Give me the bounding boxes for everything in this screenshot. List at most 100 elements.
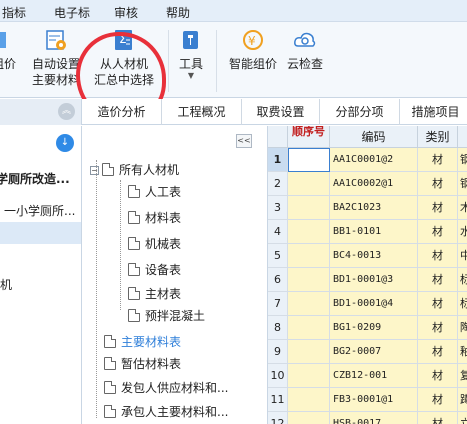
name-cell[interactable]: 钢 [458, 172, 467, 196]
seq-cell[interactable] [288, 220, 330, 244]
row-number[interactable]: 6 [268, 268, 288, 292]
tree-node-materials[interactable]: 材料表 [128, 208, 181, 228]
seq-cell[interactable] [288, 292, 330, 316]
menu-e-bid[interactable]: 电子标 [54, 4, 90, 21]
type-cell[interactable]: 材 [418, 172, 458, 196]
auto-set-main-material-button[interactable]: 自动设置 主要材料 [30, 28, 82, 88]
type-cell[interactable]: 材 [418, 340, 458, 364]
seq-cell[interactable] [288, 196, 330, 220]
tab-project-overview[interactable]: 工程概况 [162, 99, 242, 125]
row-number[interactable]: 9 [268, 340, 288, 364]
cloud-check-button[interactable]: 云检查 [284, 28, 326, 72]
type-cell[interactable]: 材 [418, 244, 458, 268]
seq-cell[interactable] [288, 364, 330, 388]
tools-button[interactable]: 工具 ▼ [174, 28, 208, 80]
name-cell[interactable]: 标 [458, 292, 467, 316]
row-number[interactable]: 4 [268, 220, 288, 244]
seq-cell[interactable] [288, 412, 330, 424]
name-cell[interactable]: 标 [458, 268, 467, 292]
select-from-labor-material-summary-button[interactable]: Σ 从人材机 汇总中选择 [88, 28, 160, 88]
tab-measures[interactable]: 措施项目 [400, 99, 467, 125]
material-category-tree: << − 所有人材机 人工表 材料表 机械表 设备表 主材表 预拌混凝土 主要材料… [82, 126, 268, 424]
collapse-up-icon[interactable]: ︽ [58, 103, 75, 120]
tab-fee-settings[interactable]: 取费设置 [242, 99, 320, 125]
code-cell[interactable]: FB3-0001@1 [330, 388, 418, 412]
name-cell[interactable]: 釉 [458, 340, 467, 364]
type-cell[interactable]: 材 [418, 316, 458, 340]
tree-node-all-materials[interactable]: − 所有人材机 [90, 160, 179, 180]
code-cell[interactable]: BD1-0001@4 [330, 292, 418, 316]
project-node[interactable] [0, 252, 81, 274]
seq-cell[interactable] [288, 340, 330, 364]
code-cell[interactable]: AA1C0002@1 [330, 172, 418, 196]
partial-pricing-button[interactable]: 组价 [0, 28, 16, 72]
grid-header-seq[interactable]: 顺序号 [288, 126, 330, 148]
seq-cell[interactable] [288, 148, 330, 172]
name-cell[interactable]: 陶 [458, 316, 467, 340]
name-cell[interactable]: 中 [458, 244, 467, 268]
name-cell[interactable]: 水 [458, 220, 467, 244]
seq-cell[interactable] [288, 388, 330, 412]
name-cell[interactable]: 立 [458, 412, 467, 424]
tab-sub-items[interactable]: 分部分项 [320, 99, 400, 125]
type-cell[interactable]: 材 [418, 292, 458, 316]
code-cell[interactable]: BG2-0007 [330, 340, 418, 364]
project-node[interactable]: 机 [0, 274, 81, 296]
code-cell[interactable]: HSB-0017 [330, 412, 418, 424]
seq-cell[interactable] [288, 268, 330, 292]
row-number[interactable]: 10 [268, 364, 288, 388]
type-cell[interactable]: 材 [418, 412, 458, 424]
tree-node-machinery[interactable]: 机械表 [128, 234, 181, 254]
type-cell[interactable]: 材 [418, 364, 458, 388]
name-cell[interactable]: 蹲 [458, 388, 467, 412]
menu-review[interactable]: 审核 [114, 4, 138, 21]
type-cell[interactable]: 材 [418, 388, 458, 412]
project-node-selected[interactable] [0, 222, 81, 244]
seq-cell[interactable] [288, 172, 330, 196]
row-number[interactable]: 1 [268, 148, 288, 172]
tree-node-employer-supplied[interactable]: 发包人供应材料和... [104, 378, 228, 398]
project-node[interactable]: 学厕所改造... [0, 168, 78, 190]
row-number[interactable]: 7 [268, 292, 288, 316]
type-cell[interactable]: 材 [418, 268, 458, 292]
type-cell[interactable]: 材 [418, 196, 458, 220]
code-cell[interactable]: BD1-0001@3 [330, 268, 418, 292]
name-cell[interactable]: 木 [458, 196, 467, 220]
row-number[interactable]: 2 [268, 172, 288, 196]
seq-cell[interactable] [288, 316, 330, 340]
tree-node-main-materials[interactable]: 主材表 [128, 284, 181, 304]
grid-header-type[interactable]: 类别 [418, 126, 458, 148]
name-cell[interactable]: 钢 [458, 148, 467, 172]
collapse-toggle-icon[interactable]: − [90, 166, 99, 175]
tree-node-provisional-materials[interactable]: 暂估材料表 [104, 354, 181, 374]
row-number[interactable]: 8 [268, 316, 288, 340]
code-cell[interactable]: AA1C0001@2 [330, 148, 418, 172]
project-node[interactable]: 一小学厕所... [0, 200, 78, 222]
download-icon[interactable]: ↓ [56, 134, 74, 152]
smart-pricing-button[interactable]: ¥ 智能组价 [226, 28, 280, 72]
row-number[interactable]: 5 [268, 244, 288, 268]
menu-help[interactable]: 帮助 [166, 4, 190, 21]
row-number[interactable]: 3 [268, 196, 288, 220]
seq-cell[interactable] [288, 244, 330, 268]
tree-node-ready-mix-concrete[interactable]: 预拌混凝土 [128, 306, 205, 326]
code-cell[interactable]: BB1-0101 [330, 220, 418, 244]
row-number[interactable]: 12 [268, 412, 288, 424]
grid-header-extra[interactable] [458, 126, 467, 148]
code-cell[interactable]: CZB12-001 [330, 364, 418, 388]
row-number[interactable]: 11 [268, 388, 288, 412]
type-cell[interactable]: 材 [418, 148, 458, 172]
code-cell[interactable]: BG1-0209 [330, 316, 418, 340]
grid-header-code[interactable]: 编码 [330, 126, 418, 148]
name-cell[interactable]: 复 [458, 364, 467, 388]
collapse-left-icon[interactable]: << [236, 134, 252, 148]
tab-cost-analysis[interactable]: 造价分析 [82, 99, 162, 125]
code-cell[interactable]: BA2C1023 [330, 196, 418, 220]
type-cell[interactable]: 材 [418, 220, 458, 244]
tree-node-main-material-table[interactable]: 主要材料表 [104, 332, 181, 352]
tree-node-equipment[interactable]: 设备表 [128, 260, 181, 280]
tree-node-contractor-main[interactable]: 承包人主要材料和... [104, 402, 228, 422]
menu-indicators[interactable]: 指标 [2, 4, 26, 21]
tree-node-labor[interactable]: 人工表 [128, 182, 181, 202]
code-cell[interactable]: BC4-0013 [330, 244, 418, 268]
